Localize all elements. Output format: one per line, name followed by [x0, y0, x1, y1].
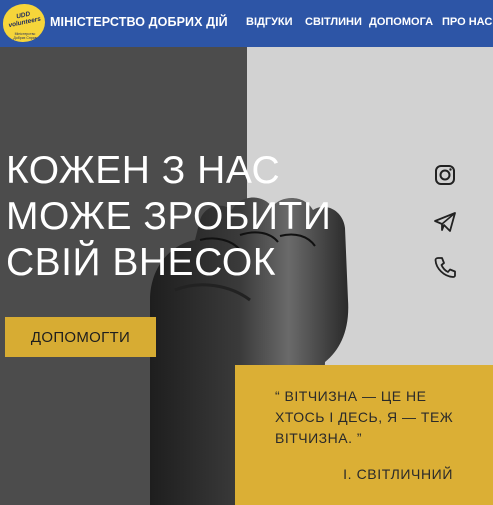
instagram-icon[interactable]	[432, 162, 458, 188]
telegram-icon[interactable]	[432, 209, 458, 235]
quote-text: “ ВІТЧИЗНА — ЦЕ НЕ ХТОСЬ І ДЕСЬ, Я — ТЕЖ…	[275, 388, 454, 446]
headline-line-3: СВІЙ ВНЕСОК	[6, 241, 276, 284]
help-button[interactable]: ДОПОМОГТИ	[5, 317, 156, 357]
headline-line-2: МОЖЕ ЗРОБИТИ	[6, 195, 332, 238]
quote-author: І. СВІТЛИЧНИЙ	[343, 466, 453, 482]
headline-line-1: КОЖЕН З НАС	[6, 149, 281, 192]
hero-headline: КОЖЕН З НАС МОЖЕ ЗРОБИТИ СВІЙ ВНЕСОК	[6, 148, 331, 286]
quote-box: “ ВІТЧИЗНА — ЦЕ НЕ ХТОСЬ І ДЕСЬ, Я — ТЕЖ…	[235, 365, 493, 505]
phone-icon[interactable]	[432, 254, 458, 280]
